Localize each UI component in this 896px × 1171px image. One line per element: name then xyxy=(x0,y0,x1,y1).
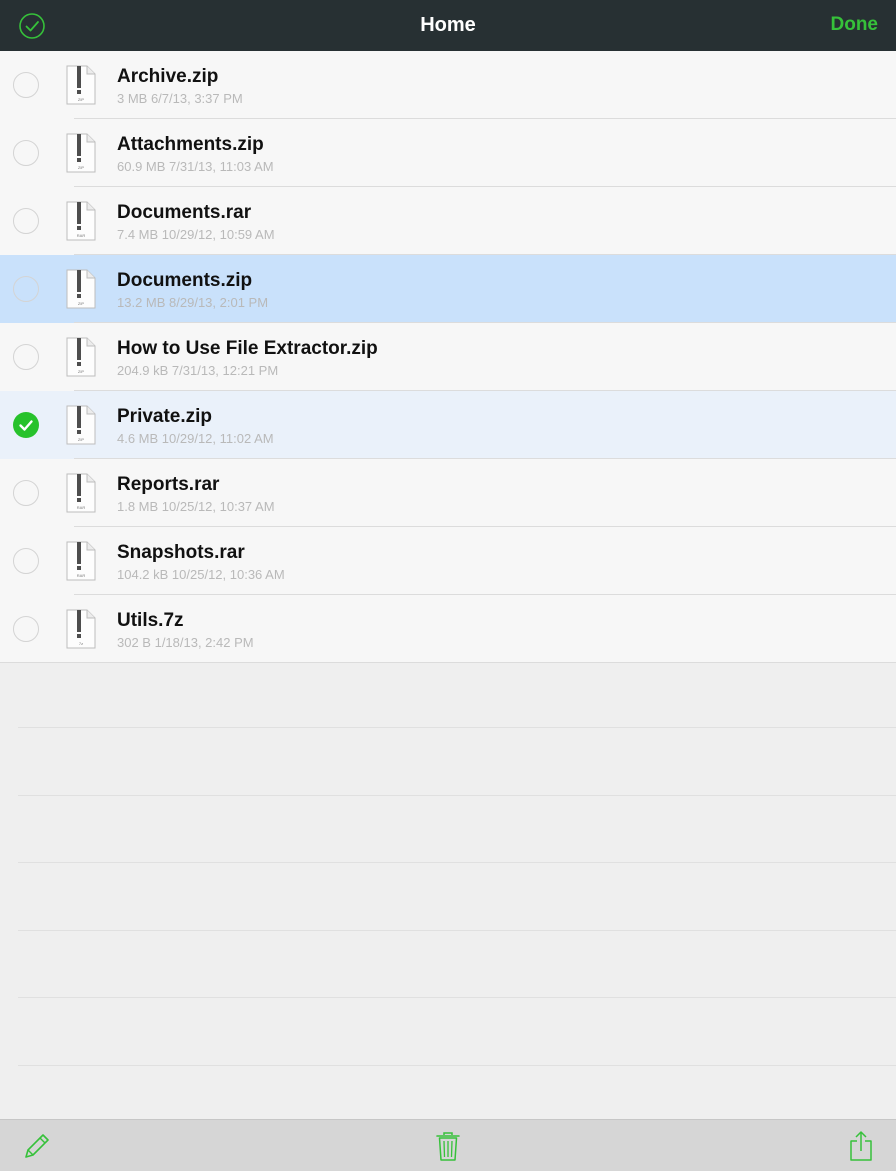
archive-file-icon: ZIP xyxy=(66,337,96,377)
file-name: Utils.7z xyxy=(117,610,184,631)
file-type-label: ZIP xyxy=(78,97,85,102)
selection-checkbox[interactable] xyxy=(13,616,39,642)
file-row[interactable]: ZIP Documents.zip 13.2 MB 8/29/13, 2:01 PM xyxy=(0,255,896,323)
archive-file-icon: ZIP xyxy=(66,269,96,309)
navigation-bar: Home Done xyxy=(0,0,896,51)
archive-file-icon: RAR xyxy=(66,201,96,241)
checkmark-icon xyxy=(19,420,33,431)
trash-icon xyxy=(436,1132,460,1161)
selection-checkbox[interactable] xyxy=(13,412,39,438)
page-title: Home xyxy=(420,14,476,36)
archive-file-icon: ZIP xyxy=(66,65,96,105)
file-name: Reports.rar xyxy=(117,474,220,495)
file-type-label: RAR xyxy=(77,233,86,238)
file-name: Private.zip xyxy=(117,406,213,427)
share-button[interactable] xyxy=(846,1130,876,1162)
file-row[interactable]: ZIP How to Use File Extractor.zip 204.9 kB… xyxy=(0,323,896,391)
select-all-button[interactable] xyxy=(18,12,46,40)
file-meta: 13.2 MB 8/29/13, 2:01 PM xyxy=(117,295,269,310)
delete-button[interactable] xyxy=(433,1130,463,1162)
done-button[interactable]: Done xyxy=(831,14,879,36)
file-meta: 7.4 MB 10/29/12, 10:59 AM xyxy=(117,227,275,242)
divider xyxy=(18,795,896,796)
archive-file-icon: ZIP xyxy=(66,405,96,445)
check-circle-icon xyxy=(19,13,45,39)
selection-checkbox[interactable] xyxy=(13,72,39,98)
file-row[interactable]: ZIP Private.zip 4.6 MB 10/29/12, 11:02 AM xyxy=(0,391,896,459)
file-name: Snapshots.rar xyxy=(117,542,245,563)
file-type-label: RAR xyxy=(77,573,86,578)
selection-checkbox[interactable] xyxy=(13,480,39,506)
pencil-icon xyxy=(25,1134,49,1158)
share-icon xyxy=(850,1131,872,1161)
archive-file-icon: ZIP xyxy=(66,133,96,173)
file-name: Attachments.zip xyxy=(117,134,264,155)
divider xyxy=(18,997,896,998)
file-meta: 3 MB 6/7/13, 3:37 PM xyxy=(117,91,243,106)
file-meta: 4.6 MB 10/29/12, 11:02 AM xyxy=(117,431,274,446)
file-type-label: 7z xyxy=(79,641,83,646)
file-row[interactable]: ZIP Attachments.zip 60.9 MB 7/31/13, 11:03… xyxy=(0,119,896,187)
file-type-label: ZIP xyxy=(78,301,85,306)
divider xyxy=(18,862,896,863)
bottom-toolbar xyxy=(0,1119,896,1171)
file-type-label: RAR xyxy=(77,505,86,510)
file-type-label: ZIP xyxy=(78,369,85,374)
selection-checkbox[interactable] xyxy=(13,276,39,302)
file-meta: 104.2 kB 10/25/12, 10:36 AM xyxy=(117,567,285,582)
selection-checkbox[interactable] xyxy=(13,548,39,574)
selection-checkbox[interactable] xyxy=(13,344,39,370)
file-type-label: ZIP xyxy=(78,165,85,170)
divider xyxy=(18,930,896,931)
archive-file-icon: 7z xyxy=(66,609,96,649)
file-list: ZIP Archive.zip 3 MB 6/7/13, 3:37 PM ZIP Att… xyxy=(0,51,896,663)
file-type-label: ZIP xyxy=(78,437,85,442)
file-row[interactable]: RAR Reports.rar 1.8 MB 10/25/12, 10:37 AM xyxy=(0,459,896,527)
file-row[interactable]: ZIP Archive.zip 3 MB 6/7/13, 3:37 PM xyxy=(0,51,896,119)
file-name: Archive.zip xyxy=(117,66,219,87)
divider xyxy=(18,727,896,728)
empty-list-area xyxy=(0,660,896,1118)
file-row[interactable]: RAR Documents.rar 7.4 MB 10/29/12, 10:59 A… xyxy=(0,187,896,255)
file-name: Documents.zip xyxy=(117,270,253,291)
rename-button[interactable] xyxy=(22,1130,52,1162)
selection-checkbox[interactable] xyxy=(13,208,39,234)
file-meta: 302 B 1/18/13, 2:42 PM xyxy=(117,635,254,650)
file-meta: 60.9 MB 7/31/13, 11:03 AM xyxy=(117,159,274,174)
file-row[interactable]: 7z Utils.7z 302 B 1/18/13, 2:42 PM xyxy=(0,595,896,663)
file-meta: 1.8 MB 10/25/12, 10:37 AM xyxy=(117,499,275,514)
archive-file-icon: RAR xyxy=(66,473,96,513)
file-row[interactable]: RAR Snapshots.rar 104.2 kB 10/25/12, 10:36… xyxy=(0,527,896,595)
file-name: Documents.rar xyxy=(117,202,252,223)
file-name: How to Use File Extractor.zip xyxy=(117,338,378,359)
selection-checkbox[interactable] xyxy=(13,140,39,166)
archive-file-icon: RAR xyxy=(66,541,96,581)
divider xyxy=(18,1065,896,1066)
file-meta: 204.9 kB 7/31/13, 12:21 PM xyxy=(117,363,279,378)
